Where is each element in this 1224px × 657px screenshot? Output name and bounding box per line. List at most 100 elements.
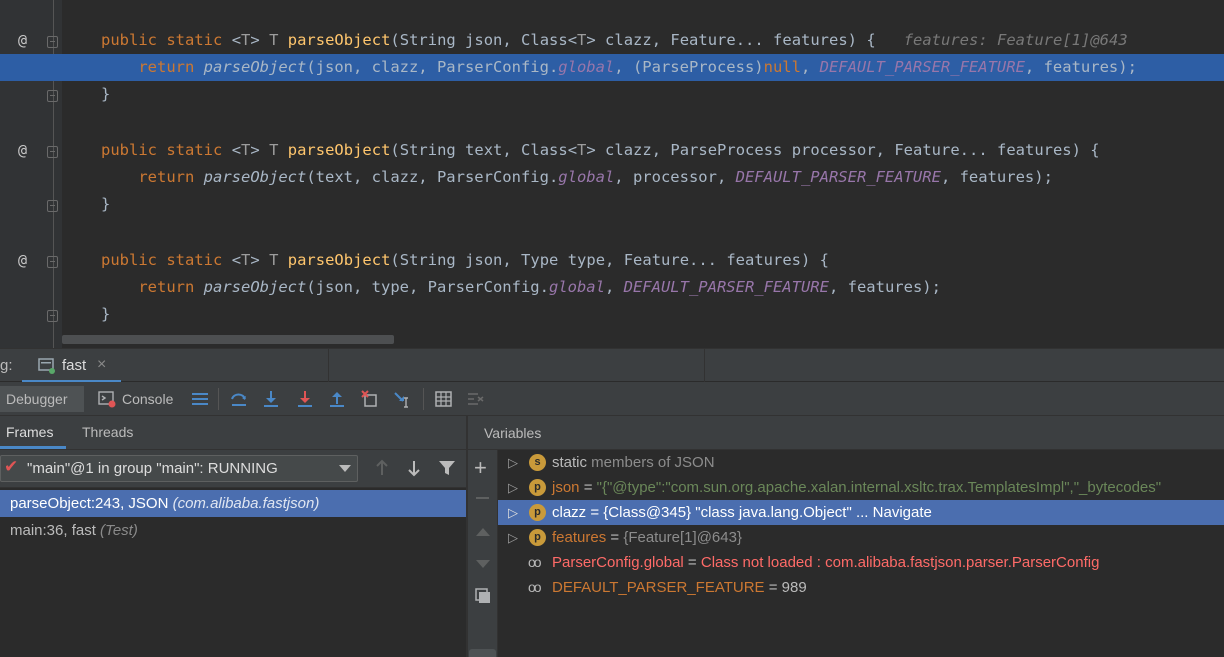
trace-stream-icon[interactable] <box>466 389 486 409</box>
param-badge-icon: p <box>529 504 546 521</box>
code-line[interactable]: @ public static <T> T parseObject(String… <box>0 27 1224 54</box>
override-marker-icon[interactable]: @ <box>18 137 27 164</box>
step-out-icon[interactable] <box>327 389 347 409</box>
code-line[interactable]: return parseObject(text, clazz, ParserCo… <box>0 164 1224 191</box>
args-text: , features); <box>940 168 1053 186</box>
expand-arrow-icon[interactable]: ▷ <box>508 475 518 500</box>
code-line[interactable]: return parseObject(json, type, ParserCon… <box>0 274 1224 301</box>
debug-session-tab-fast[interactable]: fast × <box>22 349 121 383</box>
keyword: static <box>166 141 223 159</box>
keyword: return <box>138 58 195 76</box>
run-to-cursor-icon[interactable] <box>393 389 413 409</box>
args-text: , features); <box>1024 58 1137 76</box>
debugger-tab[interactable]: Debugger <box>0 386 84 412</box>
generic-param: T <box>241 31 251 49</box>
force-step-into-icon[interactable] <box>295 389 315 409</box>
fold-icon[interactable] <box>47 36 58 48</box>
code-line[interactable]: } <box>0 301 1224 328</box>
watch-row-default-parser-feature[interactable]: oo DEFAULT_PARSER_FEATURE = 989 <box>498 575 1224 600</box>
drop-frame-icon[interactable] <box>360 389 380 409</box>
tab-frames[interactable]: Frames <box>6 424 53 440</box>
fold-icon[interactable] <box>47 256 58 268</box>
tab-threads[interactable]: Threads <box>82 424 133 440</box>
variable-row-json[interactable]: ▷ p json = "{"@type":"com.sun.org.apache… <box>498 475 1224 500</box>
frame-item[interactable]: parseObject:243, JSON (com.alibaba.fastj… <box>0 490 466 517</box>
code-line[interactable]: } <box>0 81 1224 108</box>
generic-close: > <box>250 141 260 159</box>
step-into-icon[interactable] <box>261 389 281 409</box>
execution-line[interactable]: return parseObject(json, clazz, ParserCo… <box>0 54 1224 81</box>
next-frame-icon[interactable] <box>406 459 422 477</box>
move-up-icon[interactable] <box>476 528 490 536</box>
return-type: T <box>269 31 279 49</box>
fold-icon[interactable] <box>47 90 58 102</box>
tab-bar-divider <box>704 349 705 383</box>
signature-text: (String text, Class< <box>390 141 578 159</box>
close-icon[interactable]: × <box>97 356 106 374</box>
fold-icon[interactable] <box>47 200 58 212</box>
step-over-icon[interactable] <box>229 389 249 409</box>
override-marker-icon[interactable]: @ <box>18 27 27 54</box>
generic-open: < <box>231 141 242 159</box>
tab-bar-divider <box>328 349 329 383</box>
fold-icon[interactable] <box>47 310 58 322</box>
generic-close: > <box>250 251 260 269</box>
static-badge-icon: s <box>529 454 546 471</box>
closing-brace: } <box>101 85 111 103</box>
filter-icon[interactable] <box>438 460 456 476</box>
code-line[interactable]: } <box>0 191 1224 218</box>
constant: DEFAULT_PARSER_FEATURE <box>819 58 1025 76</box>
keyword: return <box>138 278 195 296</box>
expand-arrow-icon[interactable]: ▷ <box>508 500 518 525</box>
debug-tab-bar: g: fast × <box>0 348 1224 383</box>
frame-item[interactable]: main:36, fast (Test) <box>0 517 466 544</box>
previous-frame-icon[interactable] <box>374 459 390 477</box>
console-icon <box>98 391 116 408</box>
keyword: null <box>763 58 801 76</box>
expand-arrow-icon[interactable]: ▷ <box>508 525 518 550</box>
variable-row-features[interactable]: ▷ p features = {Feature[1]@643} <box>498 525 1224 550</box>
method-name: parseObject <box>287 31 391 49</box>
frames-panel-header: Frames Threads <box>0 416 467 450</box>
duplicate-watch-icon[interactable] <box>474 587 492 605</box>
variable-row-static[interactable]: ▷ s static members of JSON <box>498 450 1224 475</box>
constant: DEFAULT_PARSER_FEATURE <box>735 168 941 186</box>
args-text: , features); <box>828 278 941 296</box>
static-field: global <box>548 278 605 296</box>
inline-debug-hint: features: Feature[1]@643 <box>903 31 1128 49</box>
move-down-icon[interactable] <box>476 560 490 568</box>
code-line[interactable]: @ public static <T> T parseObject(String… <box>0 137 1224 164</box>
frame-package: (com.alibaba.fastjson) <box>172 495 320 512</box>
code-editor[interactable]: @ public static <T> T parseObject(String… <box>0 0 1224 348</box>
debug-tool-label: g: <box>0 357 13 374</box>
remove-watch-icon[interactable] <box>476 497 489 499</box>
horizontal-scrollbar[interactable] <box>62 335 394 344</box>
evaluate-expression-icon[interactable] <box>434 389 454 409</box>
code-line[interactable]: @ public static <T> T parseObject(String… <box>0 247 1224 274</box>
watch-row-parserconfig-global[interactable]: oo ParserConfig.global = Class not loade… <box>498 550 1224 575</box>
param-badge-icon: p <box>529 479 546 496</box>
thread-combo[interactable]: ✔ "main"@1 in group "main": RUNNING <box>0 455 358 482</box>
frame-label: main:36, fast <box>10 522 101 539</box>
variable-value: "{"@type":"com.sun.org.apache.xalan.inte… <box>596 479 1162 496</box>
variable-row-clazz[interactable]: ▷ p clazz = {Class@345} "class java.lang… <box>498 500 1224 525</box>
keyword: return <box>138 168 195 186</box>
active-tab-indicator <box>0 446 66 449</box>
fold-icon[interactable] <box>47 146 58 158</box>
variables-title: Variables <box>484 425 542 441</box>
console-tab[interactable]: Console <box>98 386 184 412</box>
add-watch-icon[interactable]: + <box>474 457 487 479</box>
generic-close: > <box>250 31 260 49</box>
generic-open: < <box>231 251 242 269</box>
closing-brace: } <box>101 305 111 323</box>
expand-arrow-icon[interactable]: ▷ <box>508 450 518 475</box>
check-icon: ✔ <box>4 457 19 476</box>
variable-name: json <box>552 479 580 496</box>
equals-sign: = <box>586 504 604 521</box>
override-marker-icon[interactable]: @ <box>18 247 27 274</box>
method-name: parseObject <box>287 141 391 159</box>
restore-layout-icon[interactable] <box>190 389 210 409</box>
watch-glasses-icon: oo <box>528 579 542 595</box>
method-call: parseObject <box>203 168 307 186</box>
keyword: static <box>166 251 223 269</box>
